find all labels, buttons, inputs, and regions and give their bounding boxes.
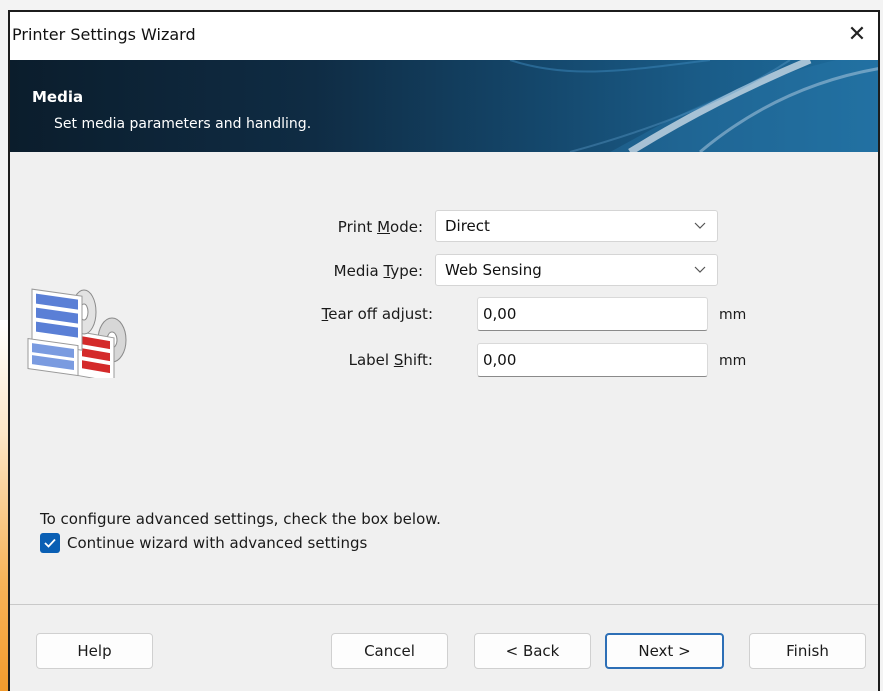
print-mode-dropdown[interactable]: Direct	[435, 210, 718, 242]
chevron-down-icon	[694, 266, 706, 273]
finish-button[interactable]: Finish	[749, 633, 866, 669]
header-swoosh-graphic	[509, 60, 878, 152]
chevron-down-icon	[694, 222, 706, 229]
label-shift-unit: mm	[719, 353, 747, 369]
wizard-footer: Help Cancel < Back Next > Finish	[10, 604, 878, 691]
label-shift-label: Label Shift:	[270, 351, 433, 369]
label-shift-label-text: Label	[348, 351, 394, 369]
tear-off-label-text: ear off adjust:	[328, 305, 433, 323]
next-button[interactable]: Next >	[605, 633, 724, 669]
printer-settings-wizard-dialog: Printer Settings Wizard ✕ Media Set medi…	[8, 10, 880, 691]
title-bar[interactable]: Printer Settings Wizard ✕	[10, 12, 878, 60]
advanced-settings-instruction: To configure advanced settings, check th…	[40, 510, 441, 528]
media-type-value: Web Sensing	[445, 261, 542, 279]
tear-off-adjust-input[interactable]: 0,00	[477, 297, 708, 331]
advanced-settings-checkbox[interactable]	[40, 533, 60, 553]
media-type-dropdown[interactable]: Web Sensing	[435, 254, 718, 286]
advanced-settings-checkbox-label[interactable]: Continue wizard with advanced settings	[67, 534, 367, 552]
cancel-button[interactable]: Cancel	[331, 633, 448, 669]
media-labels-icon	[27, 288, 127, 378]
media-type-label-text-end: ype:	[390, 262, 423, 280]
media-type-label: Media Type:	[272, 262, 423, 280]
tear-off-adjust-value: 0,00	[483, 305, 517, 323]
page-subtitle: Set media parameters and handling.	[54, 116, 312, 132]
checkmark-icon	[44, 538, 56, 548]
tear-off-adjust-label: Tear off adjust:	[270, 305, 433, 323]
print-mode-mnemonic: M	[377, 218, 391, 236]
media-type-label-text: Media	[333, 262, 384, 280]
print-mode-label-text-end: ode:	[390, 218, 423, 236]
window-title: Printer Settings Wizard	[12, 25, 196, 44]
print-mode-label-text: Print	[337, 218, 378, 236]
label-shift-mnemonic: S	[393, 351, 404, 369]
print-mode-label: Print Mode:	[272, 218, 423, 236]
wizard-header-banner: Media Set media parameters and handling.	[10, 60, 878, 152]
label-shift-value: 0,00	[483, 351, 517, 369]
help-button[interactable]: Help	[36, 633, 153, 669]
label-shift-input[interactable]: 0,00	[477, 343, 708, 377]
wizard-content: Print Mode: Direct Media Type: Web Sensi…	[10, 152, 878, 604]
tear-off-unit: mm	[719, 307, 747, 323]
page-title: Media	[32, 88, 84, 106]
close-button[interactable]: ✕	[840, 20, 874, 52]
print-mode-value: Direct	[445, 217, 490, 235]
label-shift-label-text-end: hift:	[403, 351, 433, 369]
back-button[interactable]: < Back	[474, 633, 591, 669]
close-icon: ✕	[847, 22, 867, 47]
